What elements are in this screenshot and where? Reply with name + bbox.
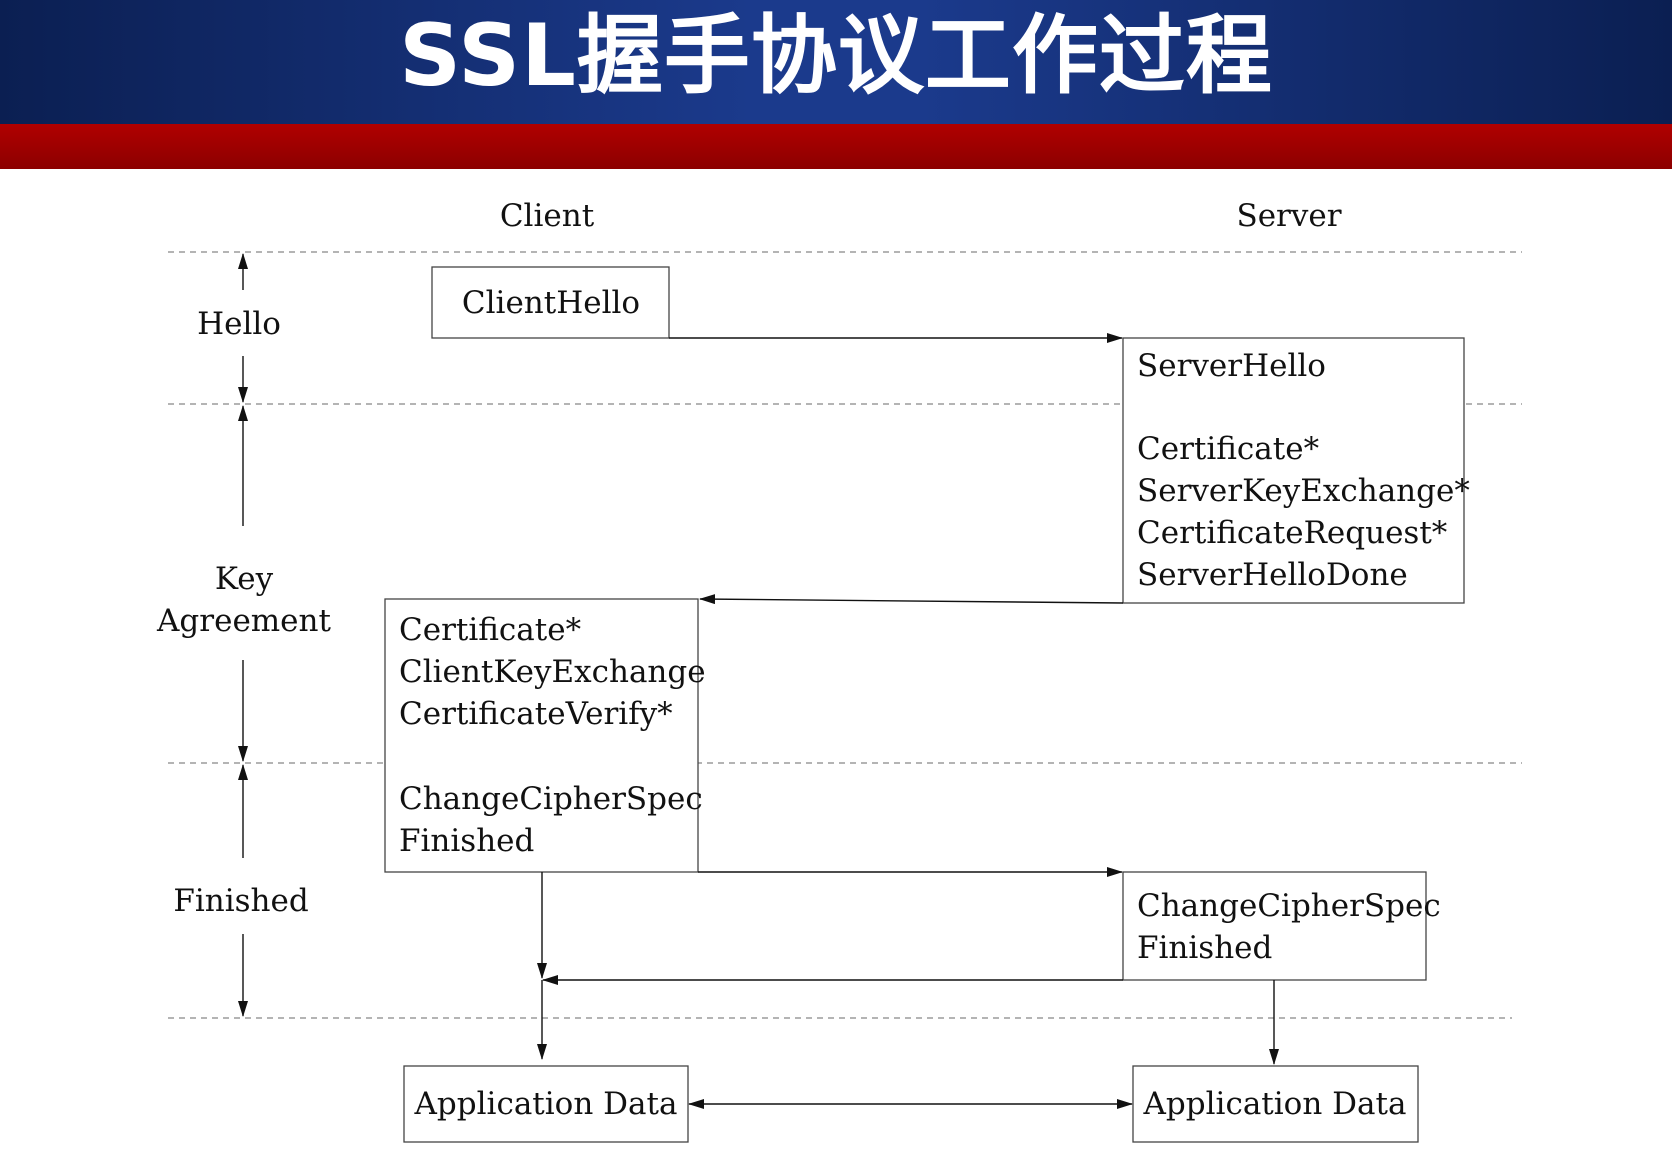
server-header: Server xyxy=(1236,198,1341,234)
phase-label-hello: Hello xyxy=(197,306,281,342)
server-msg-cert-request: CertificateRequest* xyxy=(1137,515,1447,551)
handshake-diagram: Client Server Hello Key Agreement Finish… xyxy=(156,198,1522,1143)
server-msg-finished: Finished xyxy=(1137,930,1272,966)
client-header: Client xyxy=(500,198,595,234)
arrow-server-key xyxy=(699,594,1124,605)
server-hello-label: ServerHello xyxy=(1137,348,1326,384)
phase-label-finished: Finished xyxy=(173,883,308,919)
client-msg-finished: Finished xyxy=(399,823,534,859)
server-app-data-label: Application Data xyxy=(1143,1086,1407,1122)
server-msg-hello-done: ServerHelloDone xyxy=(1137,557,1408,593)
client-msg-key-exchange: ClientKeyExchange xyxy=(399,654,706,690)
phase-label-key: Key xyxy=(215,561,274,597)
client-msg-certificate: Certificate* xyxy=(399,612,581,648)
server-msg-certificate: Certificate* xyxy=(1137,431,1319,467)
server-msg-key-exchange: ServerKeyExchange* xyxy=(1137,473,1470,509)
server-msg-change-cipher: ChangeCipherSpec xyxy=(1137,888,1441,924)
client-hello-label: ClientHello xyxy=(462,285,640,321)
client-msg-cert-verify: CertificateVerify* xyxy=(399,696,673,732)
client-app-data-label: Application Data xyxy=(414,1086,678,1122)
client-msg-change-cipher: ChangeCipherSpec xyxy=(399,781,703,817)
phase-label-agreement: Agreement xyxy=(156,603,331,639)
